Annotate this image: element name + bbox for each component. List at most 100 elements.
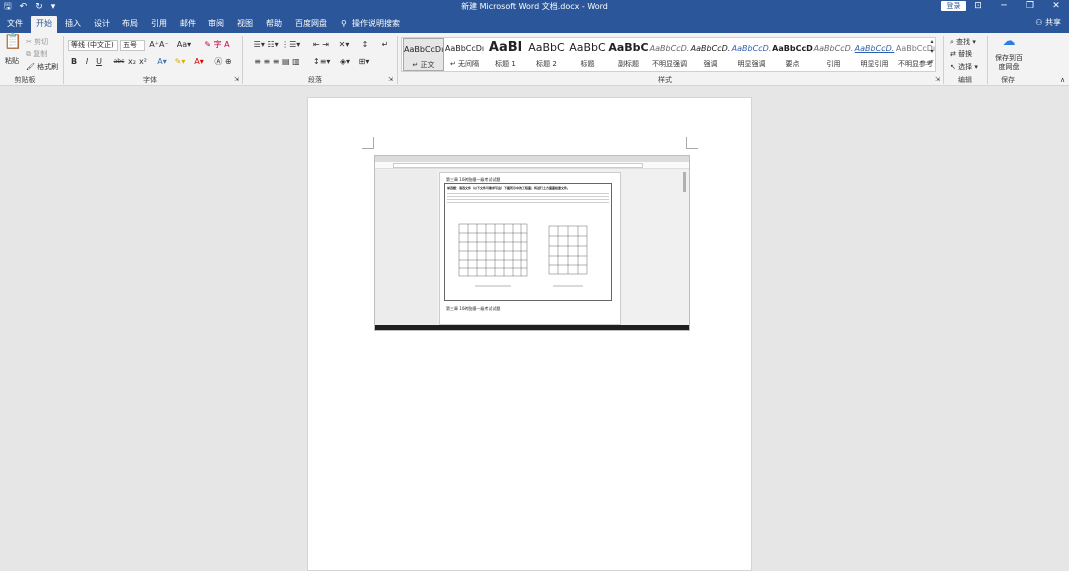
person-icon: ⚇ <box>1035 18 1043 27</box>
style-strong[interactable]: AaBbCcD 要点 <box>772 38 813 71</box>
tab-layout[interactable]: 布局 <box>117 16 143 33</box>
superscript-button[interactable]: x² <box>139 57 147 67</box>
underline-button[interactable]: U <box>95 57 103 67</box>
login-button[interactable]: 登录 <box>941 1 966 11</box>
font-dialog-launcher-icon[interactable]: ⇲ <box>234 76 239 83</box>
style-subtitle[interactable]: AaBbC 副标题 <box>608 38 649 71</box>
tab-review[interactable]: 审阅 <box>203 16 229 33</box>
style-preview: AaBl <box>488 40 523 55</box>
style-name: ↵ 无间隔 <box>449 60 480 68</box>
style-preview: AaBbC <box>608 41 649 54</box>
window-title: 新建 Microsoft Word 文档.docx - Word <box>461 2 608 11</box>
style-name: 不明显强调 <box>652 60 687 68</box>
style-name: 明显引用 <box>860 60 889 68</box>
styles-dialog-launcher-icon[interactable]: ⇲ <box>935 76 940 83</box>
borders-icon[interactable]: ⊞▾ <box>356 57 372 67</box>
close-icon[interactable]: ✕ <box>1043 0 1069 13</box>
embedded-question-text: 单选题：请选文件（以下文件可要求写出）下图所示中的工程量；将进行土方量量检查文件… <box>447 186 571 190</box>
style-name: 引用 <box>826 60 841 68</box>
style-intense-emphasis[interactable]: AaBbCcD. 明显强调 <box>731 38 772 71</box>
brush-icon: 🖌 <box>26 63 35 71</box>
ribbon-display-options-icon[interactable]: ⊡ <box>965 0 991 13</box>
tab-help[interactable]: 帮助 <box>261 16 287 33</box>
styles-gallery: AaBbCcDı ↵ 正文 AaBbCcDı ↵ 无间隔 AaBl 标题 1 A… <box>401 37 936 72</box>
line-spacing-icon[interactable]: ↕≡▾ <box>313 57 330 67</box>
tab-insert[interactable]: 插入 <box>60 16 86 33</box>
gallery-scroll-icon[interactable]: ▴ ▾ ▿ <box>928 37 936 67</box>
style-preview: AaBbC <box>528 41 565 54</box>
paste-button[interactable]: 粘贴 <box>5 56 19 66</box>
indent-icons[interactable]: ⇤ ⇥ <box>309 40 333 50</box>
style-intense-quote[interactable]: AaBbCcD. 明显引用 <box>854 38 895 71</box>
paragraph-dialog-launcher-icon[interactable]: ⇲ <box>388 76 393 83</box>
save-to-netdisk-button[interactable]: 保存到百度网盘 <box>993 54 1025 72</box>
tab-mailings[interactable]: 邮件 <box>175 16 201 33</box>
char-shading-icon[interactable]: Ⓐ ⊕ <box>212 57 234 67</box>
italic-button[interactable]: I <box>83 57 91 67</box>
tab-references[interactable]: 引用 <box>146 16 172 33</box>
style-emphasis[interactable]: AaBbCcD. 强调 <box>690 38 731 71</box>
style-subtle-emphasis[interactable]: AaBbCcD. 不明显强调 <box>649 38 690 71</box>
font-size-combo[interactable]: 五号 <box>120 40 145 51</box>
style-name: ↵ 正文 <box>412 61 435 69</box>
restore-icon[interactable]: ❐ <box>1017 0 1043 13</box>
font-color-icon[interactable]: A▾ <box>192 57 206 67</box>
style-preview: AaBbCcD. <box>813 44 854 53</box>
sort-icon[interactable]: ↕ <box>359 40 371 50</box>
save-group-label: 保存 <box>1001 76 1015 84</box>
style-heading-2[interactable]: AaBbC 标题 2 <box>526 38 567 71</box>
styles-group-label: 样式 <box>658 76 672 84</box>
share-label: 共享 <box>1045 18 1061 27</box>
style-heading-1[interactable]: AaBl 标题 1 <box>485 38 526 71</box>
align-icons[interactable]: ≡ ≡ ≡ ▤ ▥ <box>247 57 307 67</box>
style-preview: AaBbCcDı <box>404 45 443 54</box>
style-name: 强调 <box>703 60 718 68</box>
tab-design[interactable]: 设计 <box>89 16 115 33</box>
search-icon: ⌕ <box>950 38 954 46</box>
tab-home[interactable]: 开始 <box>31 16 57 33</box>
clipboard-group-label: 剪贴板 <box>14 76 36 84</box>
show-marks-icon[interactable]: ↵ <box>380 40 390 50</box>
bold-button[interactable]: B <box>70 57 78 67</box>
style-title[interactable]: AaBbC 标题 <box>567 38 608 71</box>
clear-format-icon[interactable]: ✎ 字 A <box>200 40 234 50</box>
list-icons[interactable]: ☰▾ ☷▾ ⋮☰▾ <box>247 40 307 50</box>
separator <box>242 36 243 84</box>
asian-layout-icon[interactable]: ✕▾ <box>337 40 351 50</box>
format-painter-button[interactable]: 🖌 格式刷 <box>26 62 58 72</box>
tell-me-search[interactable]: 操作说明搜索 <box>347 16 405 33</box>
shading-icon[interactable]: ◈▾ <box>337 57 353 67</box>
select-button[interactable]: ↖ 选择 ▾ <box>950 62 978 72</box>
baidu-netdisk-icon[interactable]: ☁ <box>1000 35 1018 48</box>
tab-view[interactable]: 视图 <box>232 16 258 33</box>
embedded-screenshot-image[interactable]: 第三章 10砖胎膜一级考试试题 单选题：请选文件（以下文件可要求写出）下图所示中… <box>374 155 690 331</box>
collapse-ribbon-icon[interactable]: ∧ <box>1060 76 1065 84</box>
subscript-button[interactable]: x₂ <box>128 57 136 67</box>
copy-button[interactable]: ⧉ 复制 <box>26 49 47 59</box>
change-case-icon[interactable]: Aa▾ <box>176 40 192 50</box>
minimize-icon[interactable]: ─ <box>991 0 1017 13</box>
tab-file[interactable]: 文件 <box>2 16 28 33</box>
scissors-icon: ✂ <box>26 38 32 46</box>
text-effects-icon[interactable]: A▾ <box>155 57 169 67</box>
style-preview: AaBbC <box>569 41 606 54</box>
tab-baidu-netdisk[interactable]: 百度网盘 <box>290 16 332 33</box>
grow-shrink-font-icon[interactable]: A⁺A⁻ <box>148 40 170 50</box>
highlight-icon[interactable]: ✎▾ <box>173 57 187 67</box>
embedded-document: 第三章 10砖胎膜一级考试试题 单选题：请选文件（以下文件可要求写出）下图所示中… <box>439 172 621 325</box>
font-family-combo[interactable]: 等线 (中文正) <box>68 40 118 51</box>
style-name: 明显强调 <box>737 60 766 68</box>
embedded-left-panel <box>375 170 437 325</box>
embedded-url-field <box>393 163 643 168</box>
strikethrough-button[interactable]: abc <box>113 57 125 67</box>
share-button[interactable]: ⚇ 共享 <box>1035 17 1061 28</box>
ribbon-home: 📋 粘贴 ✂ 剪切 ⧉ 复制 🖌 格式刷 剪贴板 等线 (中文正) 五号 A⁺A… <box>0 33 1069 86</box>
style-quote[interactable]: AaBbCcD. 引用 <box>813 38 854 71</box>
style-normal[interactable]: AaBbCcDı ↵ 正文 <box>403 38 444 71</box>
style-no-spacing[interactable]: AaBbCcDı ↵ 无间隔 <box>444 38 485 71</box>
paste-icon[interactable]: 📋 <box>3 34 23 54</box>
replace-button[interactable]: ⇄ 替换 <box>950 49 972 59</box>
cut-button[interactable]: ✂ 剪切 <box>26 37 48 47</box>
editing-group-label: 编辑 <box>958 76 972 84</box>
find-button[interactable]: ⌕ 查找 ▾ <box>950 37 976 47</box>
